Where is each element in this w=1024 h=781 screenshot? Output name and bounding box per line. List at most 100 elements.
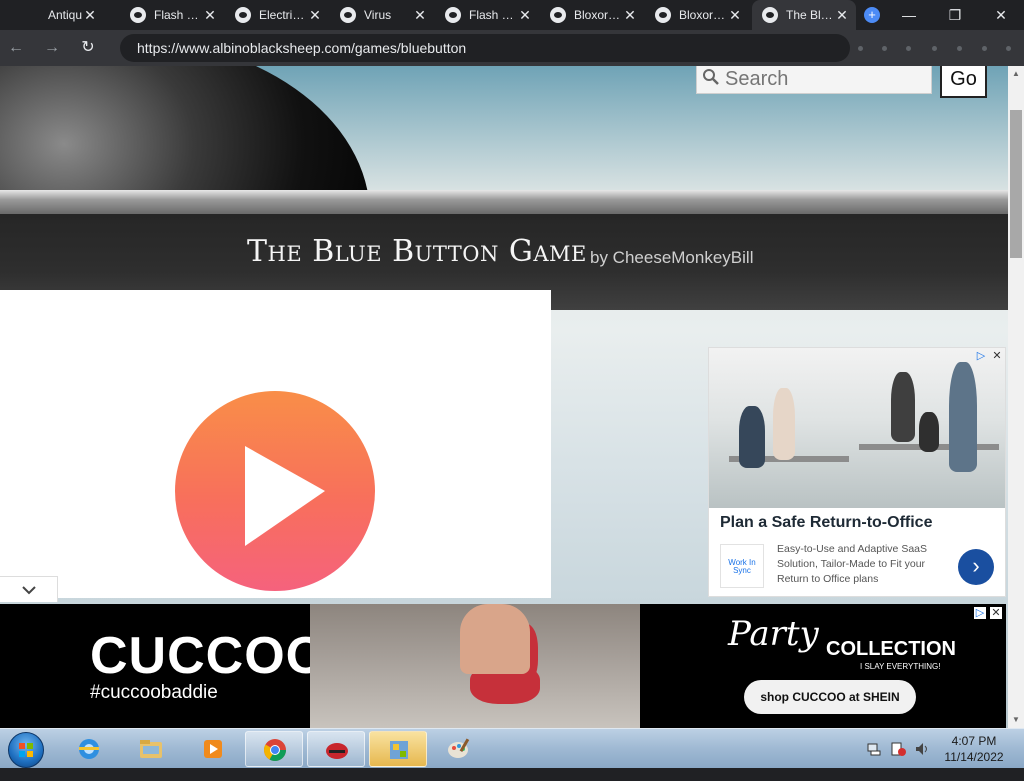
browser-tab[interactable]: Bloxor… ✕ xyxy=(645,0,749,30)
page-title: The Blue Button Game xyxy=(247,234,587,269)
ad-party-text: Party xyxy=(728,614,819,654)
tab-label: Flash … xyxy=(469,8,514,22)
system-clock[interactable]: 4:07 PM 11/14/2022 xyxy=(936,733,1012,765)
ad-collection-text: COLLECTION xyxy=(826,638,956,660)
ad-office-image xyxy=(709,348,1005,508)
game-embed[interactable] xyxy=(0,290,551,598)
network-icon[interactable] xyxy=(866,741,882,781)
browser-toolbar: ← → ↻ https://www.albinoblacksheep.com/g… xyxy=(0,30,1024,66)
side-advertisement[interactable]: ▷ ✕ Plan a Safe Return-to-Office Work In… xyxy=(708,347,1006,597)
chevron-down-icon xyxy=(21,586,36,595)
taskbar-file-explorer[interactable] xyxy=(122,731,180,767)
tab-label: Virus xyxy=(364,8,392,22)
new-tab-button[interactable]: + xyxy=(864,7,880,23)
site-favicon-icon xyxy=(130,7,146,23)
tab-close-icon[interactable]: ✕ xyxy=(412,7,428,24)
taskbar-media-player[interactable] xyxy=(184,731,242,767)
browser-tab[interactable]: Flash … ✕ xyxy=(435,0,539,30)
ad-brand-name: CUCCOO xyxy=(90,627,328,685)
media-player-icon xyxy=(204,740,222,758)
browser-tab-strip: Antiqu… ✕ Flash … ✕ Electri… ✕ Virus ✕ F… xyxy=(0,0,1024,30)
tab-close-icon[interactable]: ✕ xyxy=(202,7,218,24)
file-explorer-icon xyxy=(140,740,162,758)
tab-close-icon[interactable]: ✕ xyxy=(517,7,533,24)
browser-tab[interactable]: Flash … ✕ xyxy=(120,0,224,30)
ad-hashtag: #cuccoobaddie xyxy=(90,682,218,703)
address-bar[interactable]: https://www.albinoblacksheep.com/games/b… xyxy=(120,34,850,62)
scroll-up-arrow[interactable]: ▲ xyxy=(1008,66,1024,82)
tab-label: Bloxor… xyxy=(574,8,621,22)
tab-close-icon[interactable]: ✕ xyxy=(307,7,323,24)
scroll-thumb[interactable] xyxy=(1010,110,1022,258)
tab-label: Flash … xyxy=(154,8,199,22)
extension-icon[interactable] xyxy=(858,46,863,51)
tab-label: The Bl… xyxy=(786,8,833,22)
tab-close-icon[interactable]: ✕ xyxy=(622,7,638,24)
taskbar-internet-explorer[interactable] xyxy=(60,731,118,767)
ad-close-icon[interactable]: ✕ xyxy=(990,607,1002,619)
close-window-button[interactable]: ✕ xyxy=(978,0,1024,30)
site-favicon-icon xyxy=(445,7,461,23)
reload-button[interactable]: ↻ xyxy=(76,36,100,60)
restore-button[interactable]: ❐ xyxy=(932,0,978,30)
bottom-advertisement[interactable]: CUCCOO #cuccoobaddie Party COLLECTION I … xyxy=(0,604,1006,728)
header-rim-graphic xyxy=(0,190,1008,214)
site-favicon-icon xyxy=(762,7,778,23)
volume-icon[interactable] xyxy=(914,741,930,781)
minimize-button[interactable]: — xyxy=(886,0,932,30)
taskbar-control-panel[interactable] xyxy=(369,731,427,767)
site-favicon-icon xyxy=(550,7,566,23)
scroll-down-arrow[interactable]: ▼ xyxy=(1008,712,1024,728)
action-center-icon[interactable] xyxy=(890,741,906,781)
forward-button[interactable]: → xyxy=(40,36,64,60)
profile-icon[interactable] xyxy=(982,46,987,51)
ad-info-icon[interactable]: ▷ xyxy=(974,607,986,619)
tab-label: Bloxor… xyxy=(679,8,726,22)
play-button[interactable] xyxy=(175,391,375,591)
taskbar-chrome[interactable] xyxy=(245,731,303,767)
ad-close-icon[interactable]: ✕ xyxy=(991,350,1003,362)
browser-tab[interactable]: Antiqu… ✕ xyxy=(0,0,104,30)
chrome-icon xyxy=(264,739,286,761)
extension-icon[interactable] xyxy=(957,46,962,51)
browser-tab[interactable]: Virus ✕ xyxy=(330,0,434,30)
play-icon xyxy=(245,446,325,546)
extension-icon[interactable] xyxy=(932,46,937,51)
ad-tagline: I SLAY EVERYTHING! xyxy=(860,662,941,671)
browser-tab-active[interactable]: The Bl… ✕ xyxy=(752,0,856,30)
menu-icon[interactable] xyxy=(1006,46,1011,51)
collapse-ad-button[interactable] xyxy=(0,576,58,602)
tab-label: Antiqu… xyxy=(48,8,82,22)
tab-close-icon[interactable]: ✕ xyxy=(727,7,743,24)
extension-icon[interactable] xyxy=(906,46,911,51)
ad-shoe-image xyxy=(310,604,640,728)
page-scrollbar[interactable]: ▲ ▼ xyxy=(1008,66,1024,728)
site-favicon-icon xyxy=(655,7,671,23)
internet-explorer-icon xyxy=(79,739,99,759)
search-input[interactable] xyxy=(725,67,915,91)
clock-date: 11/14/2022 xyxy=(944,750,1004,764)
browser-tab[interactable]: Bloxor… ✕ xyxy=(540,0,644,30)
taskbar-paint[interactable] xyxy=(430,731,488,767)
back-button[interactable]: ← xyxy=(4,36,28,60)
windows-taskbar: 4:07 PM 11/14/2022 xyxy=(0,728,1024,768)
control-panel-icon xyxy=(390,741,408,759)
browser-tab[interactable]: Electri… ✕ xyxy=(225,0,329,30)
ad-shop-button[interactable]: shop CUCCOO at SHEIN xyxy=(744,680,916,714)
ad-description: Easy-to-Use and Adaptive SaaS Solution, … xyxy=(777,543,928,585)
tab-close-icon[interactable]: ✕ xyxy=(834,7,850,24)
game-icon xyxy=(326,743,348,759)
author-byline: by CheeseMonkeyBill xyxy=(590,248,754,267)
extension-icon[interactable] xyxy=(882,46,887,51)
site-favicon-icon xyxy=(235,7,251,23)
taskbar-game-app[interactable] xyxy=(307,731,365,767)
search-icon xyxy=(697,68,725,91)
ad-info-icon[interactable]: ▷ xyxy=(975,350,987,362)
ad-arrow-button[interactable]: › xyxy=(958,549,994,585)
tab-label: Electri… xyxy=(259,8,305,22)
start-button[interactable] xyxy=(8,732,44,768)
go-button[interactable]: Go xyxy=(940,66,987,98)
ad-brand-logo: Work In Sync xyxy=(720,544,764,588)
tab-close-icon[interactable]: ✕ xyxy=(82,7,98,24)
ad-headline: Plan a Safe Return-to-Office xyxy=(720,514,933,531)
